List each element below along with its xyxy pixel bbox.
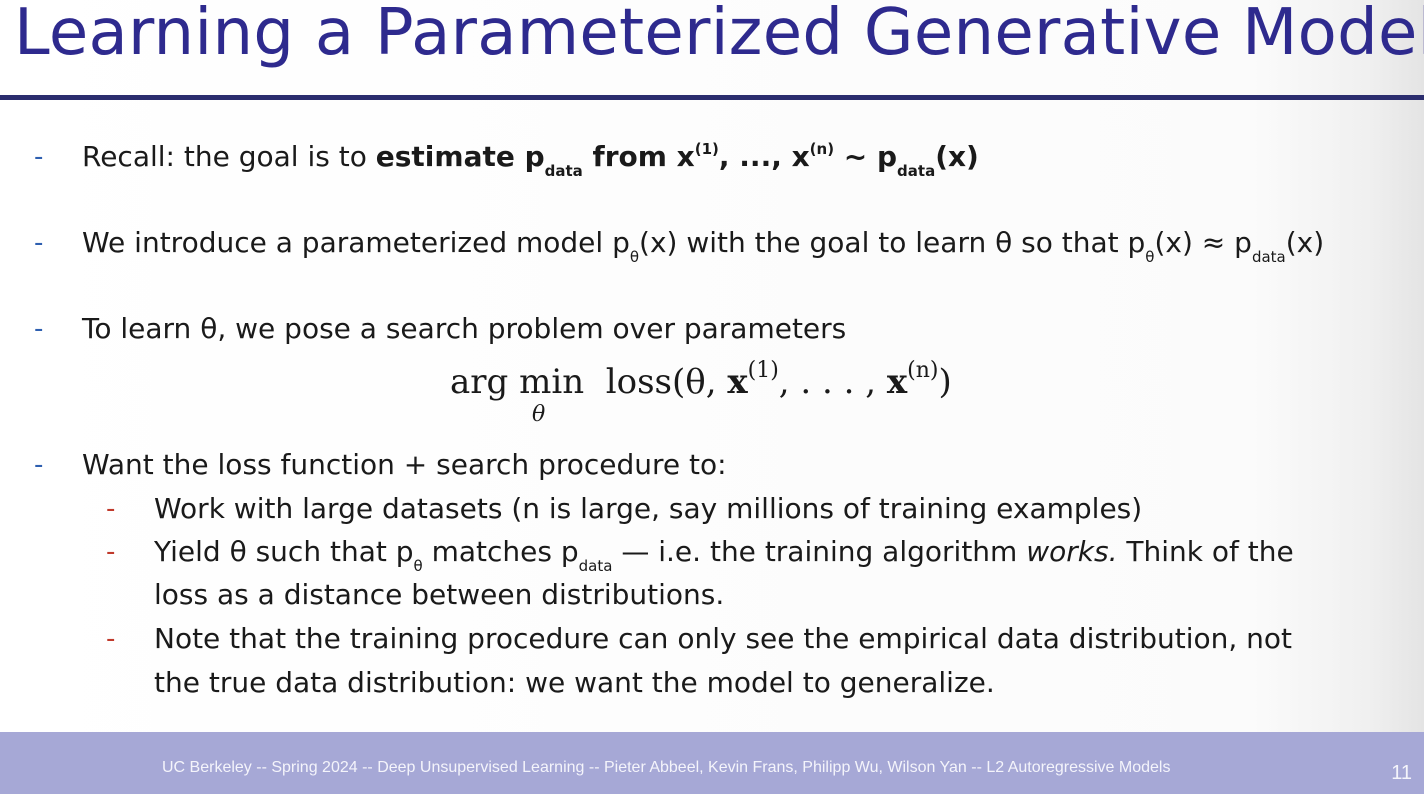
argmin-equation: arg min θ loss(θ, x(1), . . . , x(n)): [450, 358, 952, 427]
bullet-parameterized-model: We introduce a parameterized model pθ(x)…: [82, 226, 1325, 266]
page-number: 11: [1391, 762, 1412, 784]
slide: Learning a Parameterized Generative Mode…: [0, 0, 1424, 794]
sub-bullet-continuation: the true data distribution: we want the …: [154, 666, 995, 699]
footer-credits: UC Berkeley -- Spring 2024 -- Deep Unsup…: [162, 759, 1171, 776]
sub-bullet-dash: -: [106, 624, 116, 654]
sub-bullet-matches-pdata: Yield θ such that pθ matches pdata — i.e…: [154, 535, 1294, 575]
bullet-dash: -: [34, 228, 44, 258]
title-divider: [0, 95, 1424, 100]
bullet-dash: -: [34, 314, 44, 344]
bullet-want-loss: Want the loss function + search procedur…: [82, 448, 727, 481]
sub-bullet-empirical-data: Note that the training procedure can onl…: [154, 622, 1293, 655]
bullet-dash: -: [34, 450, 44, 480]
slide-footer: UC Berkeley -- Spring 2024 -- Deep Unsup…: [0, 732, 1424, 794]
slide-title: Learning a Parameterized Generative Mode…: [14, 0, 1424, 70]
sub-bullet-dash: -: [106, 494, 116, 524]
bullet-search-problem: To learn θ, we pose a search problem ove…: [82, 312, 847, 345]
sub-bullet-dash: -: [106, 537, 116, 567]
bullet-recall: Recall: the goal is to estimate pdata fr…: [82, 140, 979, 180]
bullet-dash: -: [34, 142, 44, 172]
sub-bullet-large-datasets: Work with large datasets (n is large, sa…: [154, 492, 1143, 525]
sub-bullet-continuation: loss as a distance between distributions…: [154, 578, 725, 611]
